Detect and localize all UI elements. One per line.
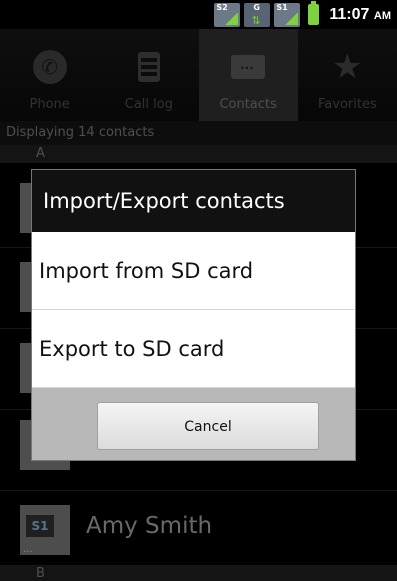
dialog-button-bar: Cancel: [32, 388, 355, 460]
sim2-signal-icon: S2: [214, 2, 241, 27]
status-bar: S2 G ⇅ S1 11:07 AM: [0, 0, 397, 29]
import-from-sd-option[interactable]: Import from SD card: [32, 232, 355, 310]
clock: 11:07 AM: [329, 6, 391, 24]
import-export-dialog: Import/Export contacts Import from SD ca…: [31, 169, 356, 461]
clock-ampm: AM: [373, 9, 391, 22]
data-transfer-icon: G ⇅: [244, 2, 271, 27]
battery-icon: [308, 1, 320, 25]
sim1-signal-icon: S1: [274, 2, 301, 27]
clock-time: 11:07: [329, 5, 370, 23]
sim1-tag: S1: [276, 2, 288, 12]
sim2-tag: S2: [216, 2, 228, 12]
export-to-sd-option[interactable]: Export to SD card: [32, 310, 355, 388]
cancel-button[interactable]: Cancel: [97, 402, 319, 450]
dialog-title: Import/Export contacts: [32, 170, 355, 232]
data-tag: G: [253, 2, 260, 12]
